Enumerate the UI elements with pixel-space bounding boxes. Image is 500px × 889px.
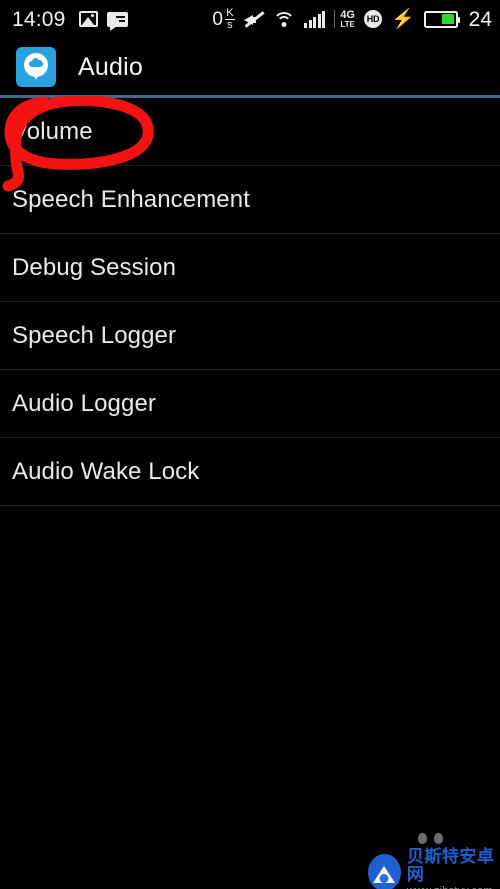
app-bar: Audio	[0, 38, 500, 96]
phone-screen: 14:09 0 K s 4G LTE HD ⚡ 24 Audio Volume …	[0, 0, 500, 889]
list-item-label: Audio Logger	[12, 389, 156, 417]
network-speed-value: 0	[212, 8, 223, 30]
list-item-label: Speech Enhancement	[12, 185, 250, 213]
list-item-speech-logger[interactable]: Speech Logger	[0, 302, 500, 370]
network-type-bottom: LTE	[340, 19, 355, 29]
charging-bolt-icon: ⚡	[390, 8, 415, 30]
notification-icons	[78, 11, 128, 31]
network-speed-unit: K s	[224, 7, 235, 31]
hd-voice-icon: HD	[363, 10, 382, 28]
network-speed-indicator: 0 K s	[212, 7, 235, 31]
status-bar-clock: 14:09	[12, 7, 66, 31]
status-bar-right: 0 K s 4G LTE HD ⚡ 24	[212, 7, 492, 31]
bottom-indicator-dots	[418, 833, 443, 844]
shell-icon	[373, 863, 396, 883]
image-icon	[78, 11, 98, 27]
list-item-label: Debug Session	[12, 253, 177, 281]
cellular-signal-icon	[303, 10, 326, 28]
message-icon	[106, 11, 128, 31]
volume-muted-icon	[243, 10, 265, 28]
battery-icon	[423, 10, 460, 28]
list-item-audio-logger[interactable]: Audio Logger	[0, 370, 500, 438]
status-bar: 14:09 0 K s 4G LTE HD ⚡ 24	[0, 0, 500, 38]
speed-unit-bottom: s	[227, 18, 233, 31]
page-title: Audio	[78, 52, 143, 81]
list-item-speech-enhancement[interactable]: Speech Enhancement	[0, 166, 500, 234]
network-type-icon: 4G LTE	[334, 8, 355, 29]
list-item-debug-session[interactable]: Debug Session	[0, 234, 500, 302]
location-pin-cloud-icon	[24, 53, 48, 81]
list-item-audio-wake-lock[interactable]: Audio Wake Lock	[0, 438, 500, 506]
wifi-icon	[272, 11, 295, 28]
watermark-site-name: 贝斯特安卓网	[406, 847, 495, 884]
list-item-label: Speech Logger	[12, 321, 177, 349]
speed-unit-top: K	[226, 7, 234, 20]
list-item-label: Volume	[12, 117, 93, 145]
watermark-logo-icon	[368, 854, 401, 889]
list-item-volume[interactable]: Volume	[0, 98, 500, 166]
app-icon[interactable]	[16, 47, 56, 87]
watermark-text: 贝斯特安卓网 www.zjbstyy.com	[407, 848, 500, 889]
network-type-top: 4G	[340, 8, 355, 21]
list-item-label: Audio Wake Lock	[12, 457, 200, 485]
watermark: 贝斯特安卓网 www.zjbstyy.com	[368, 848, 500, 889]
battery-percent-label: 24	[468, 7, 492, 31]
battery-fill	[442, 14, 455, 24]
settings-list: Volume Speech Enhancement Debug Session …	[0, 98, 500, 506]
